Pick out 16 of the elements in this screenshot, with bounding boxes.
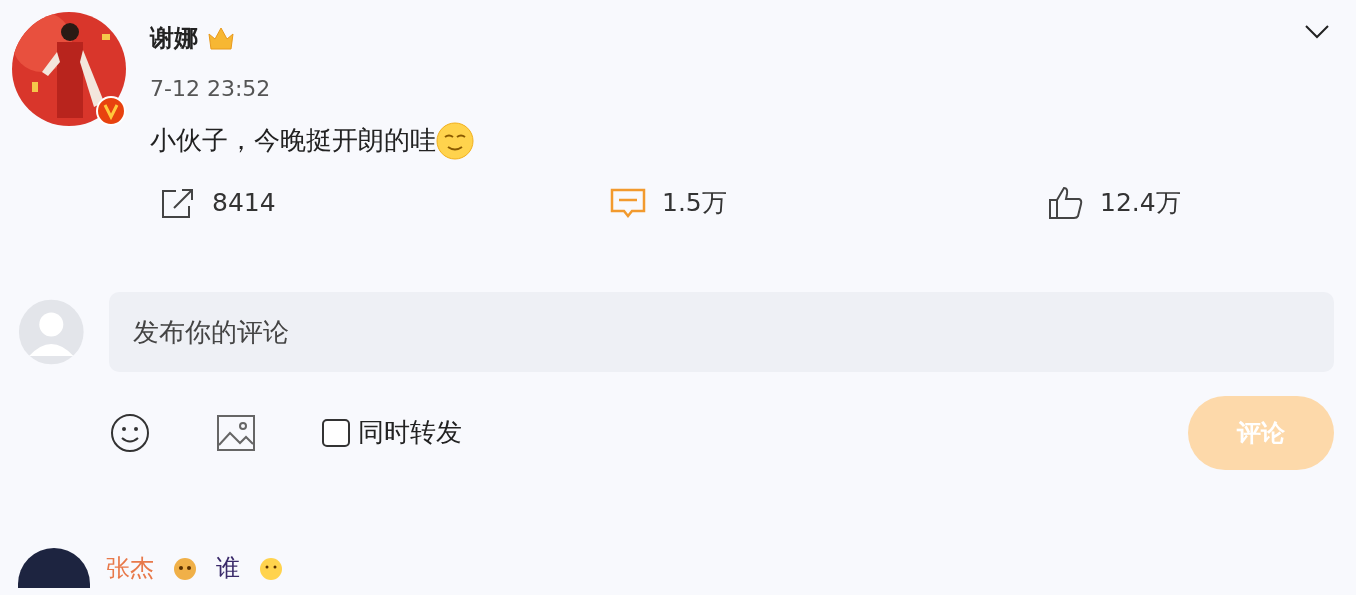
comment-text: 谁 <box>216 552 240 584</box>
chevron-down-icon[interactable] <box>1304 24 1330 40</box>
comment-count: 1.5万 <box>662 187 727 219</box>
repost-label[interactable]: 同时转发 <box>358 413 462 452</box>
post-text: 小伙子，今晚挺开朗的哇 <box>150 124 436 157</box>
image-icon[interactable] <box>216 412 256 453</box>
repost-count: 8414 <box>212 187 276 219</box>
repost-checkbox[interactable] <box>322 418 350 447</box>
post-time: 7-12 23:52 <box>150 75 272 103</box>
emoji-icon[interactable] <box>110 412 150 453</box>
author-name[interactable]: 谢娜 <box>150 20 198 56</box>
thumbs-up-icon[interactable] <box>1048 185 1084 220</box>
comment-input-field[interactable]: 发布你的评论 <box>108 291 1334 372</box>
smirk-emoji-icon <box>436 121 474 160</box>
like-count: 12.4万 <box>1100 187 1181 219</box>
avatar-icon <box>18 547 90 588</box>
